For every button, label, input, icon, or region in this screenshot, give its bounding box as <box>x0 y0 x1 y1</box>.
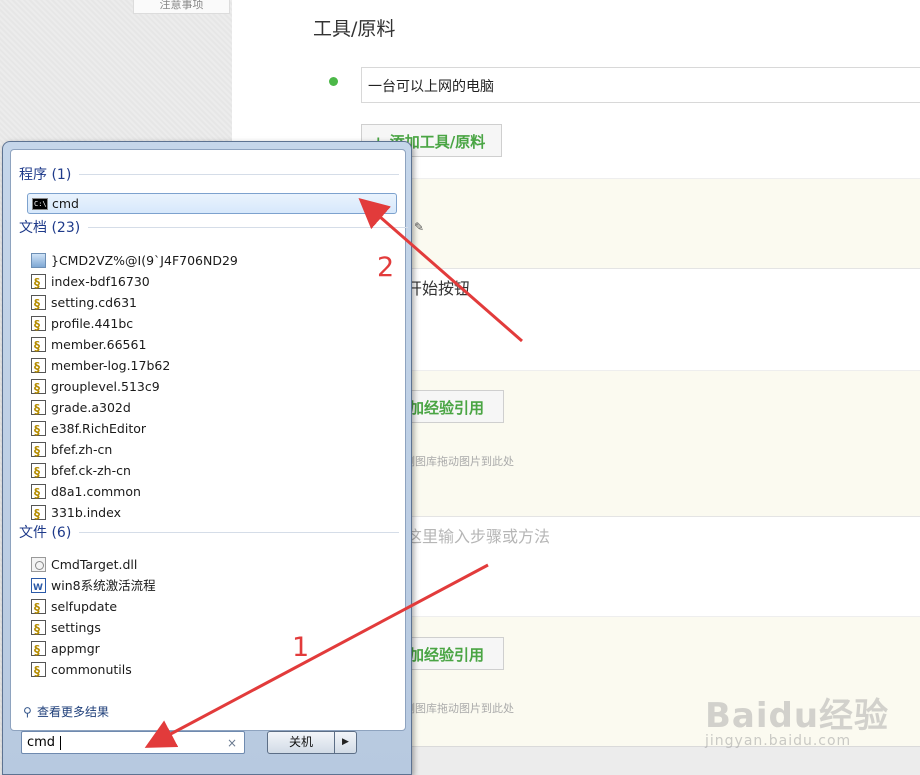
shutdown-button[interactable]: 关机 <box>267 731 335 754</box>
see-more-results-link[interactable]: ⚲ 查看更多结果 <box>23 703 109 720</box>
see-more-label: 查看更多结果 <box>37 705 110 719</box>
script-file-icon <box>31 441 46 462</box>
result-item-label: selfupdate <box>51 599 118 614</box>
document-result-item[interactable]: profile.441bc <box>27 313 397 336</box>
document-result-item[interactable]: bfef.zh-cn <box>27 439 397 462</box>
result-item-label: member.66561 <box>51 337 147 352</box>
script-file-icon <box>31 273 46 294</box>
result-item-label: }CMD2VZ%@I(9`J4F706ND29 <box>51 253 238 268</box>
program-result-item[interactable]: cmd <box>27 193 397 214</box>
result-item-label: profile.441bc <box>51 316 134 331</box>
shutdown-options-arrow-icon[interactable]: ▶ <box>335 731 357 754</box>
baidu-watermark-url: jingyan.baidu.com <box>705 733 852 749</box>
dll-file-icon <box>31 557 46 572</box>
result-item-label: grade.a302d <box>51 400 131 415</box>
start-menu: 程序 (1) 文档 (23) 文件 (6) cmd }CMD2VZ%@I(9`J4… <box>2 141 412 775</box>
file-result-item[interactable]: appmgr <box>27 638 397 661</box>
step-1-editor[interactable] <box>402 268 920 370</box>
result-item-label: settings <box>51 620 101 635</box>
drag-image-hint: 侧图库拖动图片到此处 <box>404 455 514 468</box>
result-item-label: CmdTarget.dll <box>51 557 138 572</box>
document-result-item[interactable]: 331b.index <box>27 502 397 525</box>
cmd-icon <box>32 195 48 214</box>
file-result-item[interactable]: CmdTarget.dll <box>27 554 397 575</box>
script-file-icon <box>31 661 46 682</box>
script-file-icon <box>31 315 46 336</box>
script-file-icon <box>31 294 46 315</box>
group-header-files: 文件 (6) <box>19 522 402 542</box>
start-search-input[interactable]: cmd <box>21 731 245 754</box>
step-2-placeholder: 这里输入步骤或方法 <box>406 527 551 546</box>
result-item-label: index-bdf16730 <box>51 274 150 289</box>
document-result-item[interactable]: }CMD2VZ%@I(9`J4F706ND29 <box>27 250 397 271</box>
tab-notes[interactable]: 注意事项 <box>133 0 230 14</box>
add-experience-reference-button[interactable]: 加经验引用 <box>404 390 504 423</box>
script-file-icon <box>31 504 46 525</box>
result-item-label: appmgr <box>51 641 100 656</box>
document-result-item[interactable]: grouplevel.513c9 <box>27 376 397 399</box>
document-result-item[interactable]: d8a1.common <box>27 481 397 504</box>
document-result-item[interactable]: grade.a302d <box>27 397 397 420</box>
result-item-label: e38f.RichEditor <box>51 421 147 436</box>
tools-section-title: 工具/原料 <box>313 18 396 40</box>
result-item-label: setting.cd631 <box>51 295 137 310</box>
tool-bullet-icon <box>329 77 338 86</box>
document-result-item[interactable]: e38f.RichEditor <box>27 418 397 441</box>
script-file-icon <box>31 336 46 357</box>
file-result-item[interactable]: settings <box>27 617 397 640</box>
script-file-icon <box>31 640 46 661</box>
search-results-pane: 程序 (1) 文档 (23) 文件 (6) cmd }CMD2VZ%@I(9`J4… <box>10 149 410 731</box>
baidu-watermark-logo: Baidu经验 <box>705 696 890 736</box>
clear-search-icon[interactable]: × <box>227 736 237 750</box>
group-header-documents: 文档 (23) <box>19 217 410 237</box>
result-item-label: commonutils <box>51 662 132 677</box>
word-file-icon <box>31 578 46 599</box>
drag-image-hint: 侧图库拖动图片到此处 <box>404 702 514 715</box>
step-toolbar-area <box>402 178 920 268</box>
add-experience-reference-button[interactable]: 加经验引用 <box>404 637 504 670</box>
document-result-item[interactable]: index-bdf16730 <box>27 271 397 294</box>
result-item-label: member-log.17b62 <box>51 358 171 373</box>
script-file-icon <box>31 619 46 640</box>
script-file-icon <box>31 357 46 378</box>
annotation-label-1: 1 <box>292 632 310 663</box>
result-item-label: grouplevel.513c9 <box>51 379 160 394</box>
script-file-icon <box>31 483 46 504</box>
file-result-item[interactable]: commonutils <box>27 659 397 682</box>
annotation-label-2: 2 <box>377 252 395 283</box>
script-file-icon <box>31 399 46 420</box>
document-result-item[interactable]: member-log.17b62 <box>27 355 397 378</box>
result-item-label: win8系统激活流程 <box>51 578 156 593</box>
result-item-label: cmd <box>52 196 79 211</box>
result-item-label: 331b.index <box>51 505 121 520</box>
script-file-icon <box>31 462 46 483</box>
script-file-icon <box>31 420 46 441</box>
script-file-icon <box>31 378 46 399</box>
pencil-icon[interactable]: ✎ <box>414 220 424 234</box>
magnifier-icon: ⚲ <box>23 705 32 719</box>
file-result-item[interactable]: selfupdate <box>27 596 397 619</box>
step-1-text: 开始按钮 <box>406 279 471 298</box>
image-file-icon <box>31 253 46 268</box>
result-item-label: bfef.zh-cn <box>51 442 113 457</box>
result-item-label: bfef.ck-zh-cn <box>51 463 131 478</box>
file-result-item[interactable]: win8系统激活流程 <box>27 575 397 599</box>
group-header-programs: 程序 (1) <box>19 164 402 184</box>
document-result-item[interactable]: bfef.ck-zh-cn <box>27 460 397 483</box>
document-result-item[interactable]: setting.cd631 <box>27 292 397 315</box>
document-result-item[interactable]: member.66561 <box>27 334 397 357</box>
tool-item-field[interactable]: 一台可以上网的电脑 <box>361 67 920 103</box>
script-file-icon <box>31 598 46 619</box>
result-item-label: d8a1.common <box>51 484 141 499</box>
